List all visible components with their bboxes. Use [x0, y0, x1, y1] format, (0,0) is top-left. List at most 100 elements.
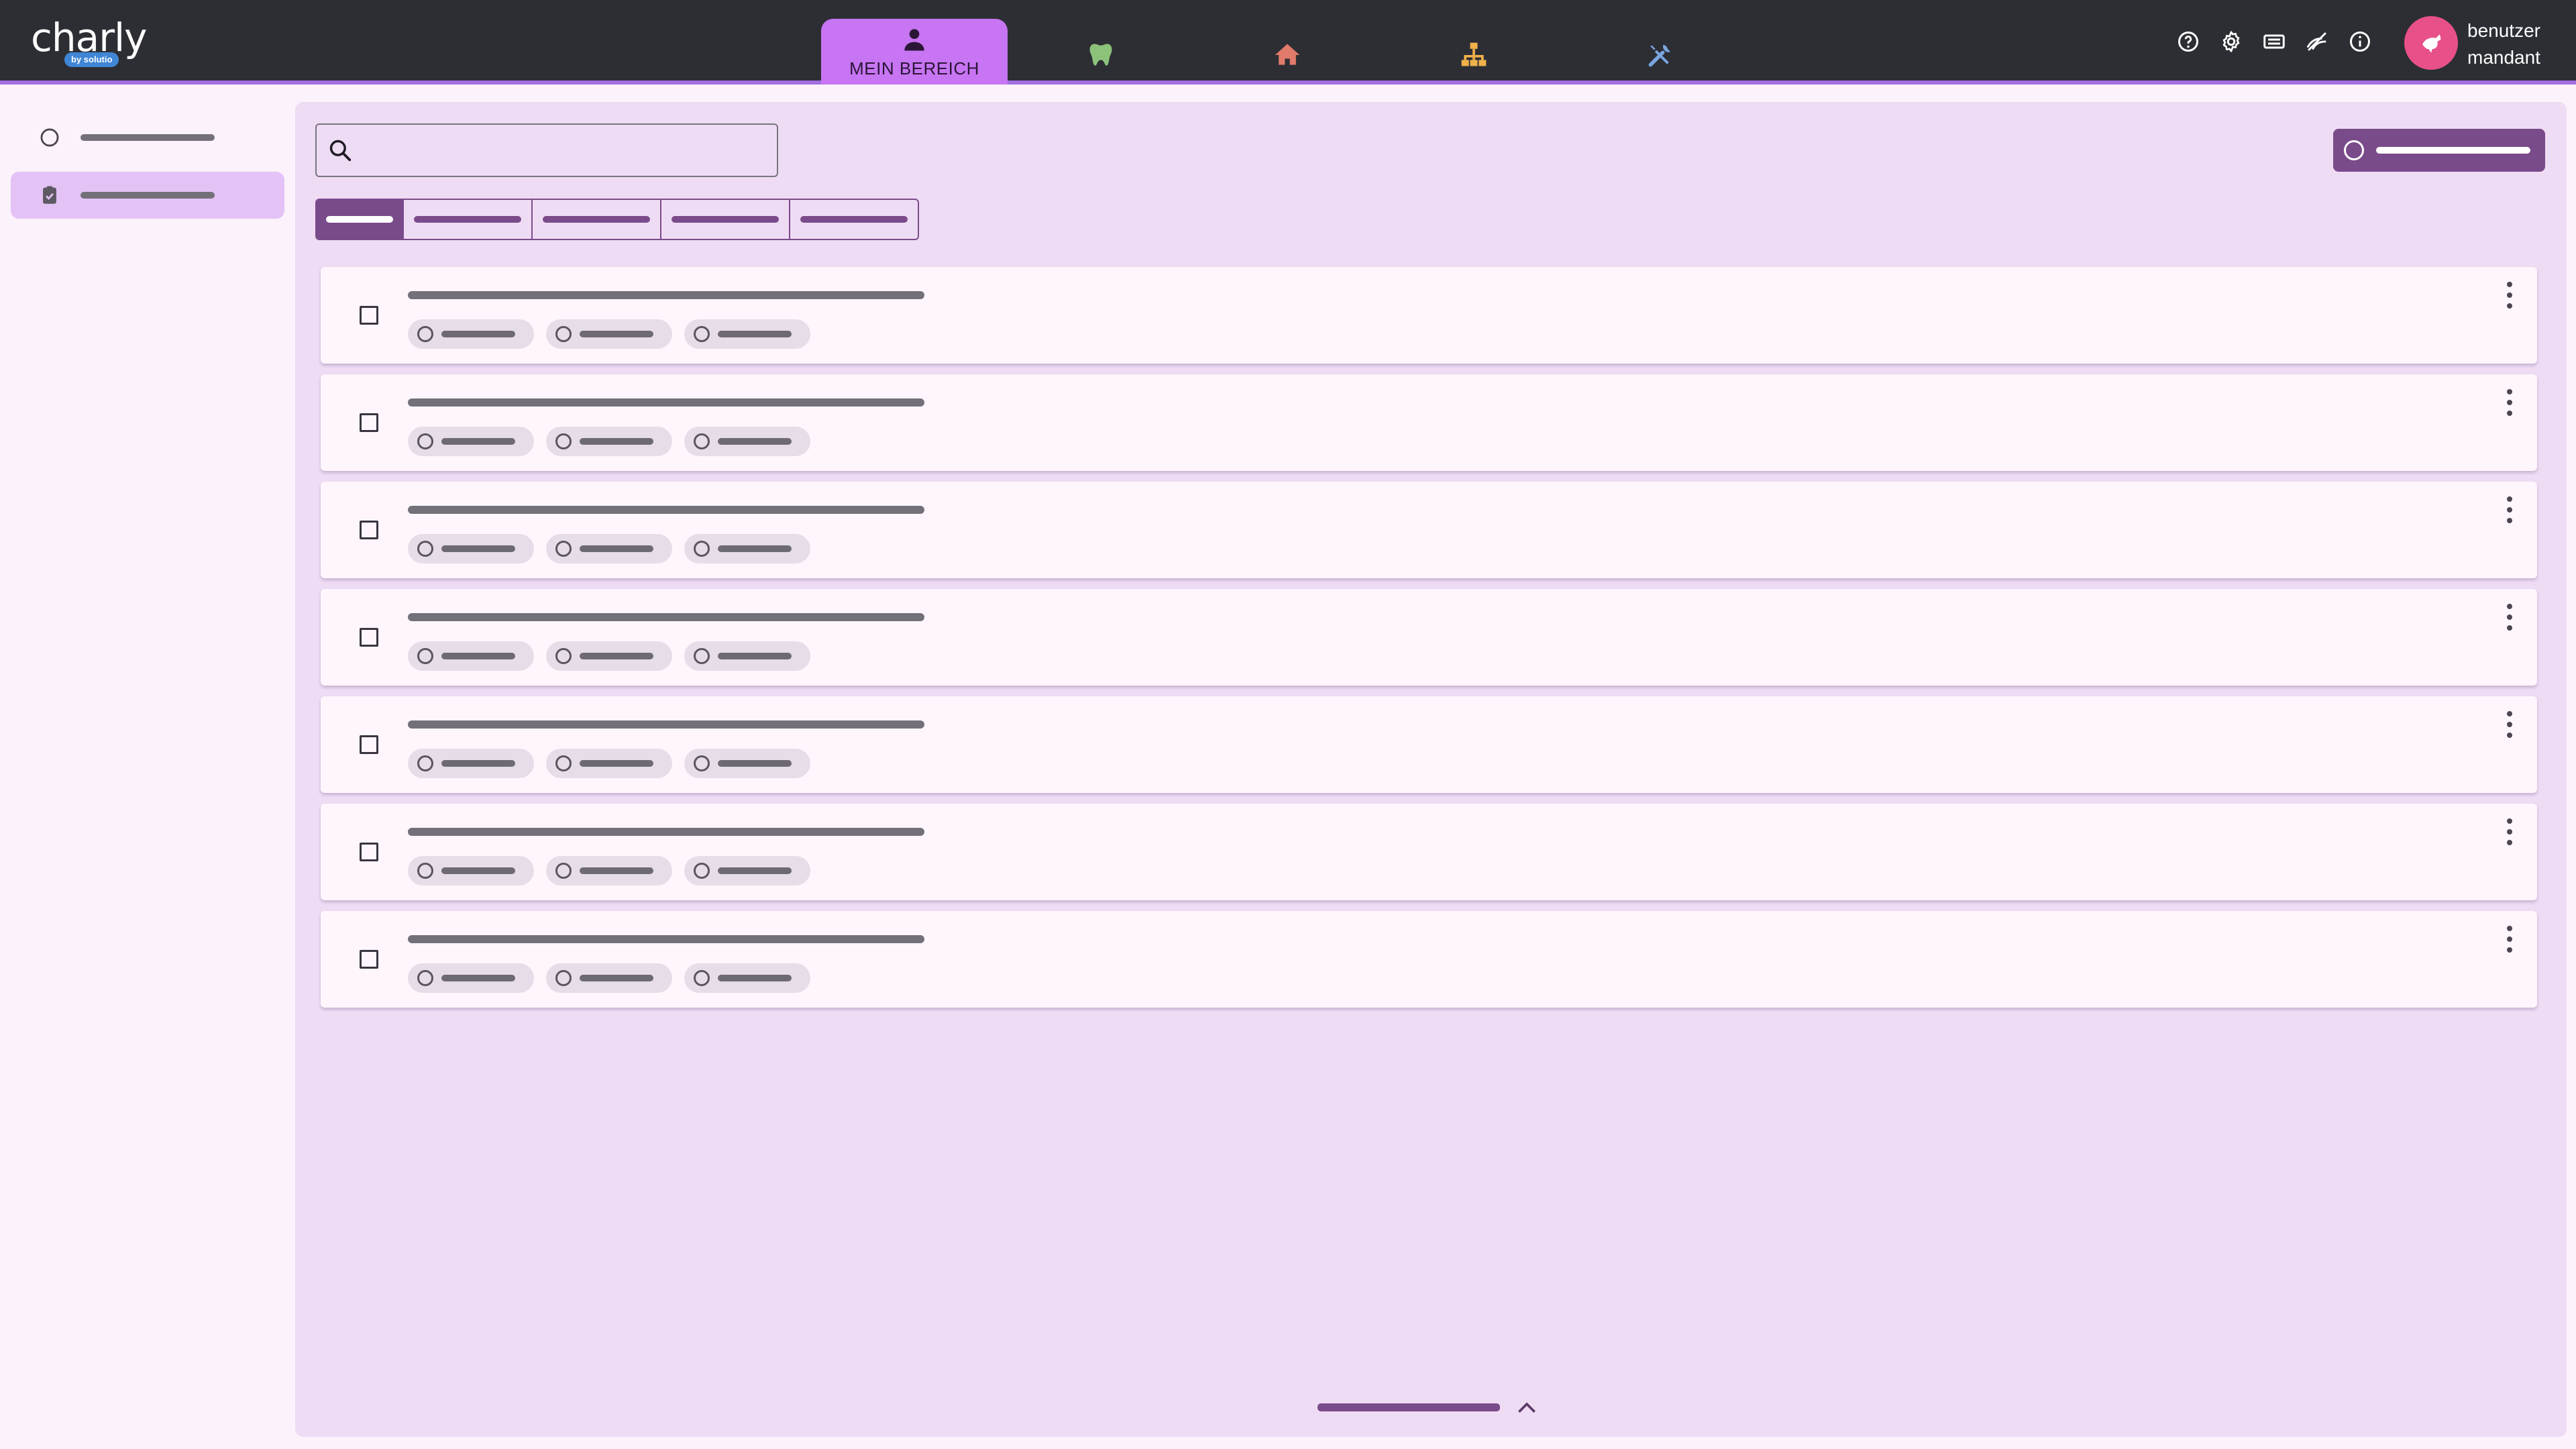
list-item[interactable]: [321, 374, 2537, 471]
help-button[interactable]: [2174, 27, 2203, 56]
chevron-up-icon[interactable]: [1513, 1394, 1540, 1421]
brand-sub: by solutio: [64, 52, 119, 67]
circle-icon: [555, 755, 572, 771]
user-info[interactable]: benutzer mandant: [2467, 17, 2540, 71]
chip[interactable]: [408, 427, 534, 456]
circle-icon: [694, 755, 710, 771]
chip-group: [408, 749, 810, 778]
chip-group: [408, 641, 810, 671]
row-checkbox[interactable]: [360, 413, 378, 432]
segment-3[interactable]: [533, 200, 661, 239]
chip-label: [441, 331, 515, 337]
tab-werkzeuge[interactable]: [1567, 19, 1754, 85]
tab-mein-bereich[interactable]: MEIN BEREICH: [821, 19, 1008, 85]
chip-label: [441, 760, 515, 767]
list-item[interactable]: [321, 804, 2537, 900]
chip[interactable]: [684, 641, 810, 671]
utility-icons: [2174, 27, 2375, 56]
segment-2[interactable]: [404, 200, 533, 239]
info-button[interactable]: [2345, 27, 2375, 56]
circle-icon: [417, 970, 433, 986]
more-menu-icon[interactable]: [2506, 496, 2513, 523]
chip[interactable]: [408, 641, 534, 671]
chip-label: [580, 867, 653, 874]
row-checkbox[interactable]: [360, 628, 378, 647]
info-icon: [2350, 32, 2370, 52]
primary-action-button[interactable]: [2333, 129, 2545, 172]
tab-praxis[interactable]: [1194, 19, 1381, 85]
list-item[interactable]: [321, 911, 2537, 1008]
ticket-icon: [2263, 34, 2285, 49]
settings-button[interactable]: [2216, 27, 2246, 56]
chip-label: [580, 653, 653, 659]
avatar[interactable]: [2404, 16, 2458, 70]
home-icon: [1275, 44, 1300, 65]
tab-patient[interactable]: [1008, 19, 1194, 85]
chip-label: [580, 545, 653, 552]
segment-1[interactable]: [317, 200, 404, 239]
tab-label: MEIN BEREICH: [849, 58, 979, 78]
segment-4[interactable]: [661, 200, 790, 239]
filter-segmented-control: [315, 199, 919, 240]
more-menu-icon[interactable]: [2506, 818, 2513, 845]
list-item[interactable]: [321, 696, 2537, 793]
chip[interactable]: [684, 749, 810, 778]
chip[interactable]: [408, 856, 534, 885]
search-box[interactable]: [315, 123, 778, 177]
row-checkbox[interactable]: [360, 735, 378, 754]
sidebar-item-1[interactable]: [11, 114, 284, 161]
more-menu-icon[interactable]: [2506, 711, 2513, 738]
list-item[interactable]: [321, 482, 2537, 578]
sidebar-item-2[interactable]: [11, 172, 284, 219]
chip[interactable]: [546, 641, 672, 671]
chip[interactable]: [546, 427, 672, 456]
list-item[interactable]: [321, 267, 2537, 364]
row-checkbox[interactable]: [360, 521, 378, 539]
more-menu-icon[interactable]: [2506, 389, 2513, 416]
circle-icon: [555, 648, 572, 664]
chip[interactable]: [546, 963, 672, 993]
chip[interactable]: [546, 319, 672, 349]
chip[interactable]: [684, 856, 810, 885]
help-icon: [2178, 32, 2198, 52]
main-nav: MEIN BEREICH: [821, 19, 1754, 85]
chip[interactable]: [684, 319, 810, 349]
chip-label: [580, 975, 653, 981]
settings-icon: [2222, 31, 2240, 52]
row-checkbox[interactable]: [360, 306, 378, 325]
visibility-toggle-button[interactable]: [2302, 27, 2332, 56]
chip[interactable]: [408, 319, 534, 349]
chip-label: [580, 760, 653, 767]
more-menu-icon[interactable]: [2506, 604, 2513, 631]
circle-icon: [555, 863, 572, 879]
chip-group: [408, 963, 810, 993]
list-item[interactable]: [321, 589, 2537, 686]
row-checkbox[interactable]: [360, 950, 378, 969]
tab-organisation[interactable]: [1381, 19, 1567, 85]
chip[interactable]: [684, 427, 810, 456]
chip[interactable]: [546, 749, 672, 778]
chip[interactable]: [684, 534, 810, 564]
chip[interactable]: [684, 963, 810, 993]
segment-5[interactable]: [790, 200, 918, 239]
circle-icon: [694, 863, 710, 879]
chip[interactable]: [408, 963, 534, 993]
person-icon: [904, 28, 924, 50]
button-label: [2376, 147, 2530, 154]
more-menu-icon[interactable]: [2506, 926, 2513, 953]
chip[interactable]: [546, 856, 672, 885]
more-menu-icon[interactable]: [2506, 282, 2513, 309]
chip-group: [408, 427, 810, 456]
chip[interactable]: [546, 534, 672, 564]
chip[interactable]: [408, 749, 534, 778]
brand-logo[interactable]: charly by solutio: [31, 15, 147, 68]
row-checkbox[interactable]: [360, 843, 378, 861]
circle-icon: [555, 326, 572, 342]
sidebar-item-label: [80, 134, 215, 141]
chip-label: [441, 545, 515, 552]
ticket-button[interactable]: [2259, 27, 2289, 56]
circle-icon: [2344, 140, 2364, 160]
chip-label: [718, 331, 792, 337]
chip[interactable]: [408, 534, 534, 564]
search-input[interactable]: [360, 130, 777, 170]
